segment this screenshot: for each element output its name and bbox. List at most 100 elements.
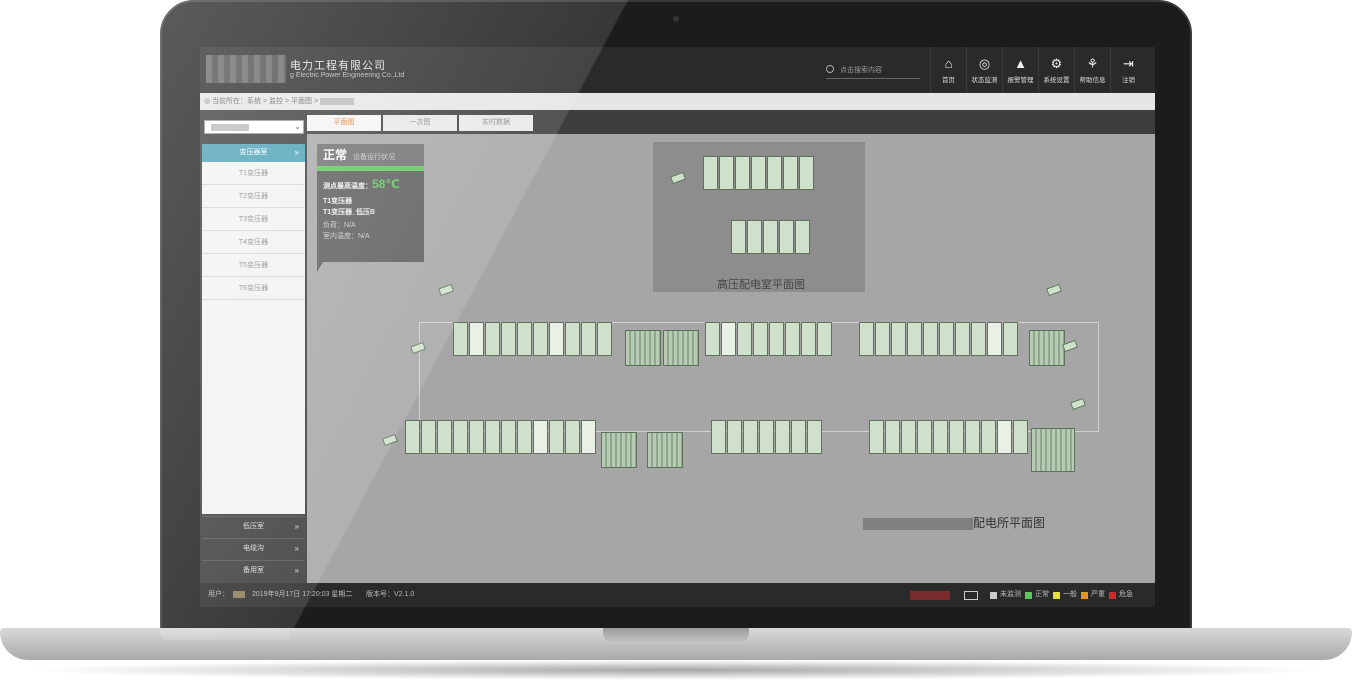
lv-panel[interactable] <box>785 322 800 356</box>
lv-panel[interactable] <box>875 322 890 356</box>
hv-cabinet-row-bottom[interactable] <box>731 220 811 254</box>
hv-cabinet[interactable] <box>799 156 814 190</box>
lv-panel-row-4[interactable] <box>405 420 597 454</box>
site-select[interactable]: ⌄ <box>204 120 304 134</box>
sidebar-item[interactable]: T2变压器 <box>202 185 305 208</box>
lv-panel[interactable] <box>869 420 884 454</box>
lv-panel[interactable] <box>971 322 986 356</box>
transformer-icon[interactable] <box>601 432 637 468</box>
lv-panel[interactable] <box>421 420 436 454</box>
monitor-icon[interactable] <box>964 590 978 600</box>
sensor-icon[interactable] <box>438 283 454 297</box>
transformer-icon[interactable] <box>663 330 699 366</box>
hv-cabinet[interactable] <box>735 156 750 190</box>
lv-panel[interactable] <box>405 420 420 454</box>
hv-cabinet[interactable] <box>751 156 766 190</box>
lv-panel[interactable] <box>1003 322 1018 356</box>
lv-panel[interactable] <box>469 322 484 356</box>
sidebar-group-transformer-room[interactable]: 变压器室 » <box>202 144 305 162</box>
lv-panel[interactable] <box>987 322 1002 356</box>
lv-panel[interactable] <box>727 420 742 454</box>
lv-panel[interactable] <box>891 322 906 356</box>
lv-panel[interactable] <box>485 322 500 356</box>
lv-panel[interactable] <box>885 420 900 454</box>
lv-panel[interactable] <box>517 322 532 356</box>
hv-cabinet[interactable] <box>763 220 778 254</box>
lv-panel[interactable] <box>581 322 596 356</box>
sensor-icon[interactable] <box>1046 283 1062 297</box>
lv-panel[interactable] <box>775 420 790 454</box>
lv-panel[interactable] <box>533 322 548 356</box>
sidebar-group-low-voltage[interactable]: 低压室 » <box>202 516 305 536</box>
nav-logout[interactable]: ⇥ 注销 <box>1110 47 1146 93</box>
lv-panel-row-6[interactable] <box>869 420 1029 454</box>
nav-monitor[interactable]: ◎ 状态监测 <box>966 47 1002 93</box>
lv-panel-row-3[interactable] <box>859 322 1019 356</box>
lv-panel-row-1[interactable] <box>453 322 613 356</box>
sidebar-item[interactable]: T6变压器 <box>202 277 305 300</box>
alarm-indicator[interactable] <box>910 590 950 600</box>
lv-panel[interactable] <box>743 420 758 454</box>
lv-panel[interactable] <box>565 322 580 356</box>
lv-panel[interactable] <box>501 322 516 356</box>
lv-panel[interactable] <box>801 322 816 356</box>
hv-cabinet[interactable] <box>779 220 794 254</box>
hv-cabinet[interactable] <box>731 220 746 254</box>
lv-panel[interactable] <box>759 420 774 454</box>
lv-panel[interactable] <box>721 322 736 356</box>
sidebar-group-spare-room[interactable]: 备用室 » <box>202 560 305 580</box>
lv-panel[interactable] <box>807 420 822 454</box>
lv-panel[interactable] <box>453 420 468 454</box>
lv-panel[interactable] <box>1013 420 1028 454</box>
lv-panel[interactable] <box>859 322 874 356</box>
transformer-icon[interactable] <box>625 330 661 366</box>
sidebar-item[interactable]: T5变压器 <box>202 254 305 277</box>
sidebar-group-cable-trench[interactable]: 电缆沟 » <box>202 538 305 558</box>
lv-panel[interactable] <box>769 322 784 356</box>
hv-cabinet[interactable] <box>767 156 782 190</box>
lv-panel[interactable] <box>933 420 948 454</box>
transformer-icon[interactable] <box>647 432 683 468</box>
hv-cabinet[interactable] <box>783 156 798 190</box>
lv-panel[interactable] <box>901 420 916 454</box>
hv-cabinet[interactable] <box>747 220 762 254</box>
sidebar-item[interactable]: T4变压器 <box>202 231 305 254</box>
lv-panel[interactable] <box>981 420 996 454</box>
lv-panel[interactable] <box>453 322 468 356</box>
hv-cabinet[interactable] <box>703 156 718 190</box>
nav-settings[interactable]: ⚙ 系统设置 <box>1038 47 1074 93</box>
tab-single-line[interactable]: 一次图 <box>383 115 457 131</box>
lv-panel[interactable] <box>533 420 548 454</box>
lv-panel[interactable] <box>965 420 980 454</box>
lv-panel[interactable] <box>469 420 484 454</box>
sensor-icon[interactable] <box>382 433 398 447</box>
lv-panel[interactable] <box>997 420 1012 454</box>
hv-cabinet[interactable] <box>719 156 734 190</box>
nav-help[interactable]: ⚘ 帮助信息 <box>1074 47 1110 93</box>
lv-panel[interactable] <box>581 420 596 454</box>
lv-panel[interactable] <box>485 420 500 454</box>
sidebar-item[interactable]: T1变压器 <box>202 162 305 185</box>
lv-panel[interactable] <box>955 322 970 356</box>
lv-panel[interactable] <box>711 420 726 454</box>
lv-panel[interactable] <box>737 322 752 356</box>
lv-panel[interactable] <box>565 420 580 454</box>
lv-panel[interactable] <box>549 420 564 454</box>
lv-panel[interactable] <box>791 420 806 454</box>
transformer-icon[interactable] <box>1029 330 1065 366</box>
lv-panel-row-2[interactable] <box>705 322 833 356</box>
lv-panel[interactable] <box>501 420 516 454</box>
lv-panel[interactable] <box>549 322 564 356</box>
search-input[interactable]: 点击搜索内容 <box>826 62 920 79</box>
lv-panel[interactable] <box>939 322 954 356</box>
tab-realtime-data[interactable]: 实时数据 <box>459 115 533 131</box>
sensor-icon[interactable] <box>670 171 686 185</box>
lv-panel[interactable] <box>597 322 612 356</box>
lv-panel[interactable] <box>753 322 768 356</box>
nav-home[interactable]: ⌂ 首页 <box>930 47 966 93</box>
sidebar-item[interactable]: T3变压器 <box>202 208 305 231</box>
lv-panel[interactable] <box>817 322 832 356</box>
tab-floor-plan[interactable]: 平面图 <box>307 115 381 131</box>
lv-panel[interactable] <box>923 322 938 356</box>
lv-panel[interactable] <box>705 322 720 356</box>
